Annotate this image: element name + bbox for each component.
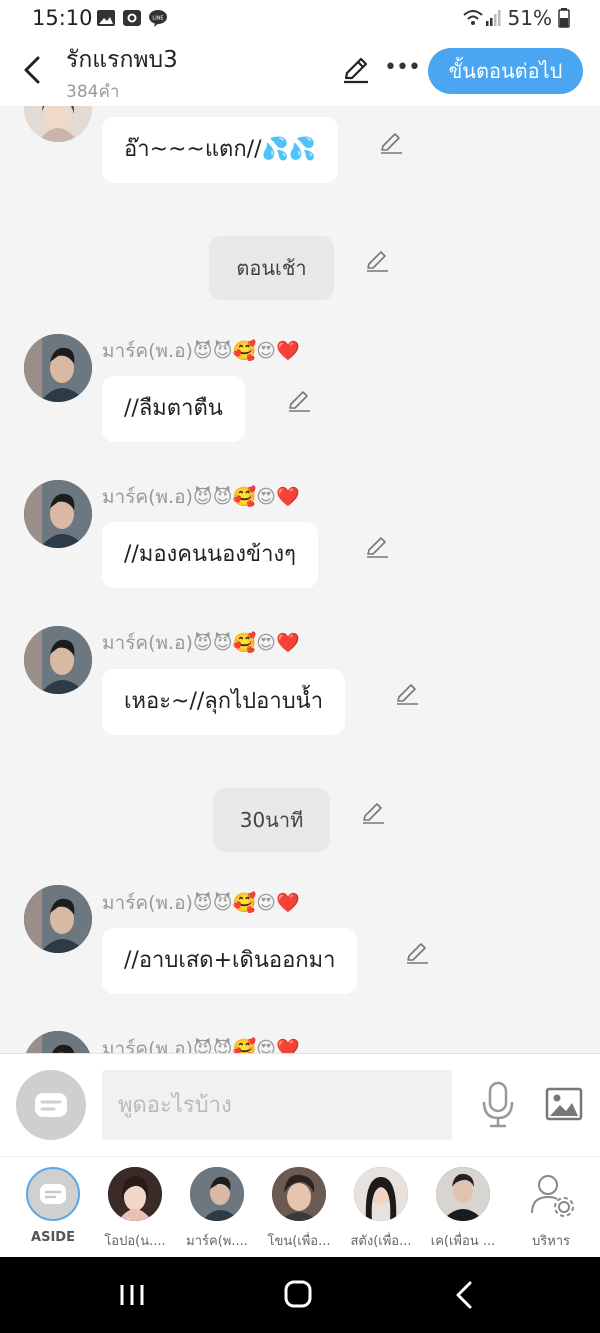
character-aside[interactable]: ASIDE xyxy=(12,1167,94,1245)
sender-name: มาร์ค(พ.อ)😈😈🥰😍❤️ xyxy=(102,1038,300,1053)
avatar[interactable] xyxy=(24,885,92,953)
screen-record-icon xyxy=(123,10,141,26)
aside-avatar xyxy=(26,1167,80,1221)
avatar[interactable] xyxy=(24,334,92,402)
edit-message-icon[interactable] xyxy=(394,681,420,707)
edit-message-icon[interactable] xyxy=(360,800,386,826)
avatar-portrait xyxy=(24,1031,92,1053)
message-bubble[interactable]: //ลืมตาตืน xyxy=(102,376,245,442)
avatar-portrait xyxy=(24,626,92,694)
home-icon[interactable] xyxy=(278,1277,318,1313)
character-opor[interactable]: โอปอ(น.... xyxy=(94,1167,176,1251)
message-bubble[interactable]: //มองคนนองข้างๆ xyxy=(102,522,318,588)
gallery-icon xyxy=(97,10,115,26)
avatar[interactable] xyxy=(24,106,92,142)
sender-name: มาร์ค(พ.อ)😈😈🥰😍❤️ xyxy=(102,632,300,654)
character-name: บริหาร xyxy=(531,1234,571,1249)
character-khon[interactable]: โขน(เพื่อ... xyxy=(258,1167,340,1251)
status-time: 15:10 xyxy=(32,6,93,30)
avatar[interactable] xyxy=(24,626,92,694)
image-icon[interactable] xyxy=(544,1084,584,1124)
character-avatar xyxy=(436,1167,490,1221)
edit-message-icon[interactable] xyxy=(404,940,430,966)
sender-name: มาร์ค(พ.อ)😈😈🥰😍❤️ xyxy=(102,486,300,508)
character-satang[interactable]: สตัง(เพื่อ... xyxy=(340,1167,422,1251)
svg-text:LINE: LINE xyxy=(152,16,163,22)
chat-header: รักแรกพบ3 384คำ ••• ขั้นตอนต่อไป xyxy=(0,38,600,106)
message-bubble[interactable]: เหอะ~//ลุกไปอาบน้ำ xyxy=(102,669,346,735)
system-nav-bar xyxy=(0,1257,600,1333)
microphone-icon[interactable] xyxy=(480,1080,516,1130)
character-avatar xyxy=(354,1167,408,1221)
story-title: รักแรกพบ3 xyxy=(66,47,178,73)
next-step-button[interactable]: ขั้นตอนต่อไป xyxy=(428,48,583,94)
sender-name: มาร์ค(พ.อ)😈😈🥰😍❤️ xyxy=(102,892,300,914)
character-name: มาร์ค(พ.... xyxy=(186,1234,248,1249)
scene-marker[interactable]: 30นาที xyxy=(213,788,330,852)
chat-bubble-icon xyxy=(40,1184,66,1204)
avatar-portrait xyxy=(24,885,92,953)
character-name: สตัง(เพื่อ... xyxy=(350,1234,412,1249)
character-avatar xyxy=(272,1167,326,1221)
character-name: ASIDE xyxy=(31,1230,75,1245)
scene-marker[interactable]: ตอนเช้า xyxy=(209,236,334,300)
edit-message-icon[interactable] xyxy=(364,534,390,560)
message-bubble[interactable]: อ๊า~~~แตก//💦💦 xyxy=(102,117,339,183)
edit-pencil-icon[interactable] xyxy=(340,54,372,86)
edit-message-icon[interactable] xyxy=(286,388,312,414)
status-right: 51% xyxy=(462,6,570,30)
character-name: โขน(เพื่อ... xyxy=(267,1234,331,1249)
avatar[interactable] xyxy=(24,1031,92,1053)
message-input[interactable] xyxy=(102,1070,452,1140)
word-count: 384คำ xyxy=(66,82,120,102)
wifi-signal-icon xyxy=(462,10,501,26)
character-avatar xyxy=(108,1167,162,1221)
character-bar: ASIDE โอปอ(น.... มาร์ค(พ.... โขน(เพื่อ..… xyxy=(0,1156,600,1257)
character-name: โอปอ(น.... xyxy=(104,1234,166,1249)
more-options-icon[interactable]: ••• xyxy=(384,54,421,86)
sender-name: มาร์ค(พ.อ)😈😈🥰😍❤️ xyxy=(102,340,300,362)
message-bubble[interactable]: //อาบเสด+เดินออกมา xyxy=(102,928,358,994)
character-mark[interactable]: มาร์ค(พ.... xyxy=(176,1167,258,1251)
recent-apps-icon[interactable] xyxy=(112,1277,152,1313)
manage-characters-button[interactable]: บริหาร xyxy=(510,1167,592,1251)
character-k[interactable]: เค(เพื่อน ... xyxy=(422,1167,504,1251)
battery-percent: 51% xyxy=(507,6,552,30)
chat-area[interactable]: อ๊า~~~แตก//💦💦 ตอนเช้า มาร์ค(พ.อ)😈😈🥰😍❤️ /… xyxy=(0,106,600,1053)
battery-icon xyxy=(558,8,570,28)
status-bar: 15:10 LINE 51% xyxy=(0,0,600,38)
character-avatar xyxy=(190,1167,244,1221)
avatar-portrait xyxy=(24,106,92,142)
input-bar xyxy=(0,1053,600,1156)
user-settings-icon xyxy=(531,1175,574,1217)
back-nav-icon[interactable] xyxy=(446,1277,486,1313)
character-name: เค(เพื่อน ... xyxy=(430,1234,496,1249)
avatar-portrait xyxy=(24,334,92,402)
avatar-portrait xyxy=(24,480,92,548)
avatar[interactable] xyxy=(24,480,92,548)
edit-message-icon[interactable] xyxy=(378,130,404,156)
back-arrow-icon[interactable] xyxy=(18,52,48,88)
line-app-icon: LINE xyxy=(149,10,167,27)
aside-toggle-button[interactable] xyxy=(16,1070,86,1140)
chat-bubble-icon xyxy=(35,1093,67,1117)
edit-message-icon[interactable] xyxy=(364,248,390,274)
